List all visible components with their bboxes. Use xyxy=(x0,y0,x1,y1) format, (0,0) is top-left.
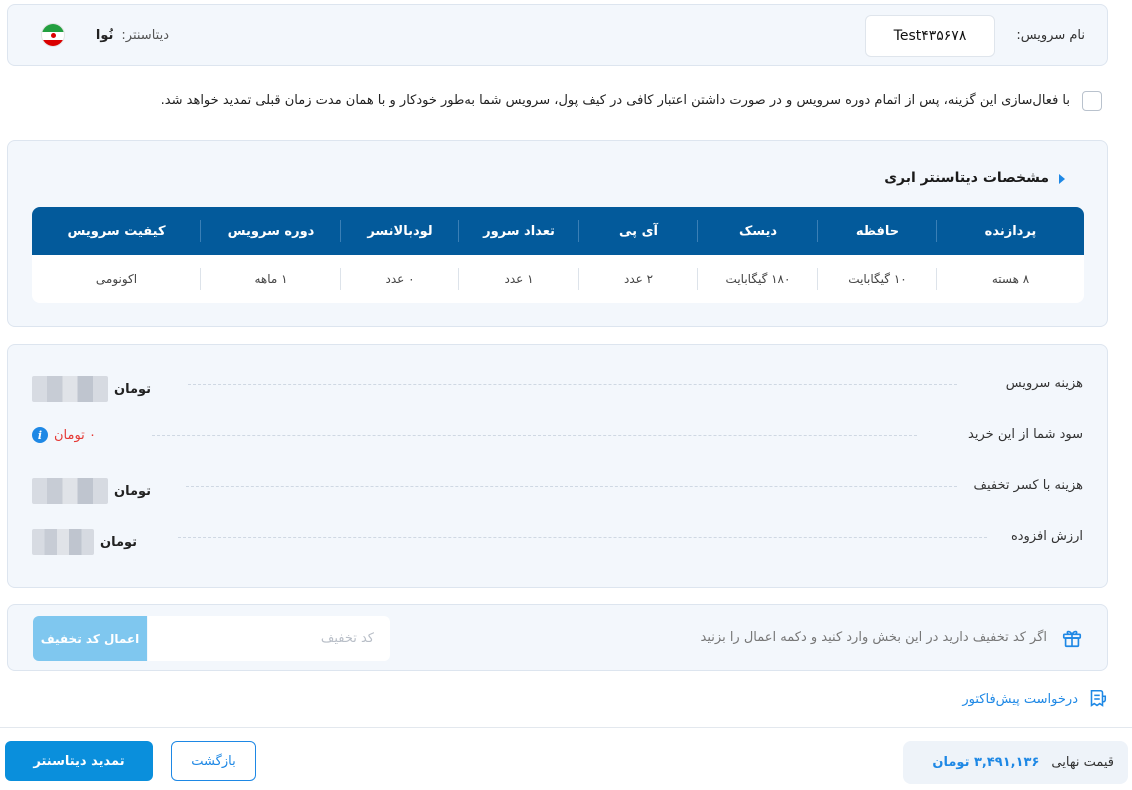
auto-renew-label: با فعال‌سازی این گزینه، پس از اتمام دوره… xyxy=(160,93,1070,108)
header-server-count: تعداد سرور xyxy=(459,207,579,255)
specs-value-row: ۸ هسته ۱۰ گیگابایت ۱۸۰ گیگابایت ۲ عدد ۱ … xyxy=(32,255,1084,303)
service-cost-value: تومان xyxy=(32,376,151,402)
discount-code-input[interactable] xyxy=(148,616,390,661)
datacenter-info: دیتاسنتر: نُوا xyxy=(96,28,169,43)
renew-datacenter-button[interactable]: تمدید دیتاسنتر xyxy=(5,741,153,781)
header-disk: دیسک xyxy=(698,207,818,255)
dotted-divider xyxy=(186,486,957,487)
vat-label: ارزش افزوده xyxy=(1010,529,1083,544)
specs-table: پردازنده حافظه دیسک آی پی تعداد سرور لود… xyxy=(32,207,1084,303)
discount-panel: اگر کد تخفیف دارید در این بخش وارد کنید … xyxy=(7,604,1108,671)
final-price-box: قیمت نهایی ۳,۴۹۱,۱۳۶ تومان xyxy=(903,741,1128,784)
iran-flag-icon xyxy=(41,23,65,47)
final-price-label: قیمت نهایی xyxy=(1051,755,1114,770)
value-server-count: ۱ عدد xyxy=(459,255,579,303)
header-ip: آی پی xyxy=(579,207,698,255)
header-cpu: پردازنده xyxy=(984,223,1037,239)
cost-row-profit: سود شما از این خرید ۰ تومان i xyxy=(8,423,1107,447)
redacted-amount xyxy=(32,376,108,402)
auto-renew-checkbox[interactable] xyxy=(1082,91,1102,111)
discount-hint: اگر کد تخفیف دارید در این بخش وارد کنید … xyxy=(700,630,1047,645)
value-memory: ۱۰ گیگابایت xyxy=(818,255,937,303)
back-button[interactable]: بازگشت xyxy=(171,741,256,781)
service-name-label: نام سرویس: xyxy=(1016,28,1085,43)
vat-value: تومان xyxy=(32,529,137,555)
final-price-value: ۳,۴۹۱,۱۳۶ تومان xyxy=(932,755,1040,770)
gift-icon xyxy=(1062,630,1082,648)
cost-row-discounted: هزینه با کسر تخفیف تومان xyxy=(8,474,1107,504)
datacenter-label: دیتاسنتر: xyxy=(121,28,169,43)
profit-label: سود شما از این خرید xyxy=(968,427,1083,442)
dotted-divider xyxy=(188,384,957,385)
specs-header-row: پردازنده حافظه دیسک آی پی تعداد سرور لود… xyxy=(32,207,1084,255)
value-service-period: ۱ ماهه xyxy=(201,255,341,303)
service-name-field: Test۴۳۵۶۷۸ xyxy=(865,15,995,57)
header-memory: حافظه xyxy=(818,207,937,255)
value-ip: ۲ عدد xyxy=(579,255,698,303)
redacted-amount xyxy=(32,478,108,504)
redacted-amount xyxy=(32,529,94,555)
footer-divider xyxy=(0,727,1132,728)
apply-discount-button[interactable]: اعمال کد تخفیف xyxy=(33,616,147,661)
proforma-request-label: درخواست پیش‌فاکتور xyxy=(962,691,1078,707)
value-service-quality: اکونومی xyxy=(32,255,201,303)
service-info-bar: نام سرویس: Test۴۳۵۶۷۸ دیتاسنتر: نُوا xyxy=(7,4,1108,66)
header-service-period: دوره سرویس xyxy=(201,207,341,255)
datacenter-specs-panel: مشخصات دیتاسنتر ابری پردازنده حافظه دیسک… xyxy=(7,140,1108,327)
cost-row-service: هزینه سرویس تومان xyxy=(8,372,1107,402)
discounted-cost-value: تومان xyxy=(32,478,151,504)
profit-value: ۰ تومان i xyxy=(32,427,96,443)
datacenter-value: نُوا xyxy=(95,28,114,43)
value-load-balancer: ۰ عدد xyxy=(341,255,459,303)
specs-title: مشخصات دیتاسنتر ابری xyxy=(884,170,1049,186)
header-load-balancer: لودبالانسر xyxy=(341,207,459,255)
cost-summary-panel: هزینه سرویس تومان سود شما از این خرید ۰ … xyxy=(7,344,1108,588)
proforma-request-link[interactable]: درخواست پیش‌فاکتور xyxy=(962,688,1108,710)
dotted-divider xyxy=(152,435,917,436)
caret-left-icon xyxy=(1059,174,1065,184)
service-cost-label: هزینه سرویس xyxy=(1005,376,1083,391)
cost-row-vat: ارزش افزوده تومان xyxy=(8,525,1107,555)
discounted-cost-label: هزینه با کسر تخفیف xyxy=(973,478,1083,493)
value-cpu: ۸ هسته xyxy=(991,272,1030,286)
info-icon[interactable]: i xyxy=(32,427,48,443)
dotted-divider xyxy=(178,537,987,538)
invoice-icon xyxy=(1090,689,1107,707)
value-disk: ۱۸۰ گیگابایت xyxy=(698,255,818,303)
header-service-quality: کیفیت سرویس xyxy=(32,207,201,255)
